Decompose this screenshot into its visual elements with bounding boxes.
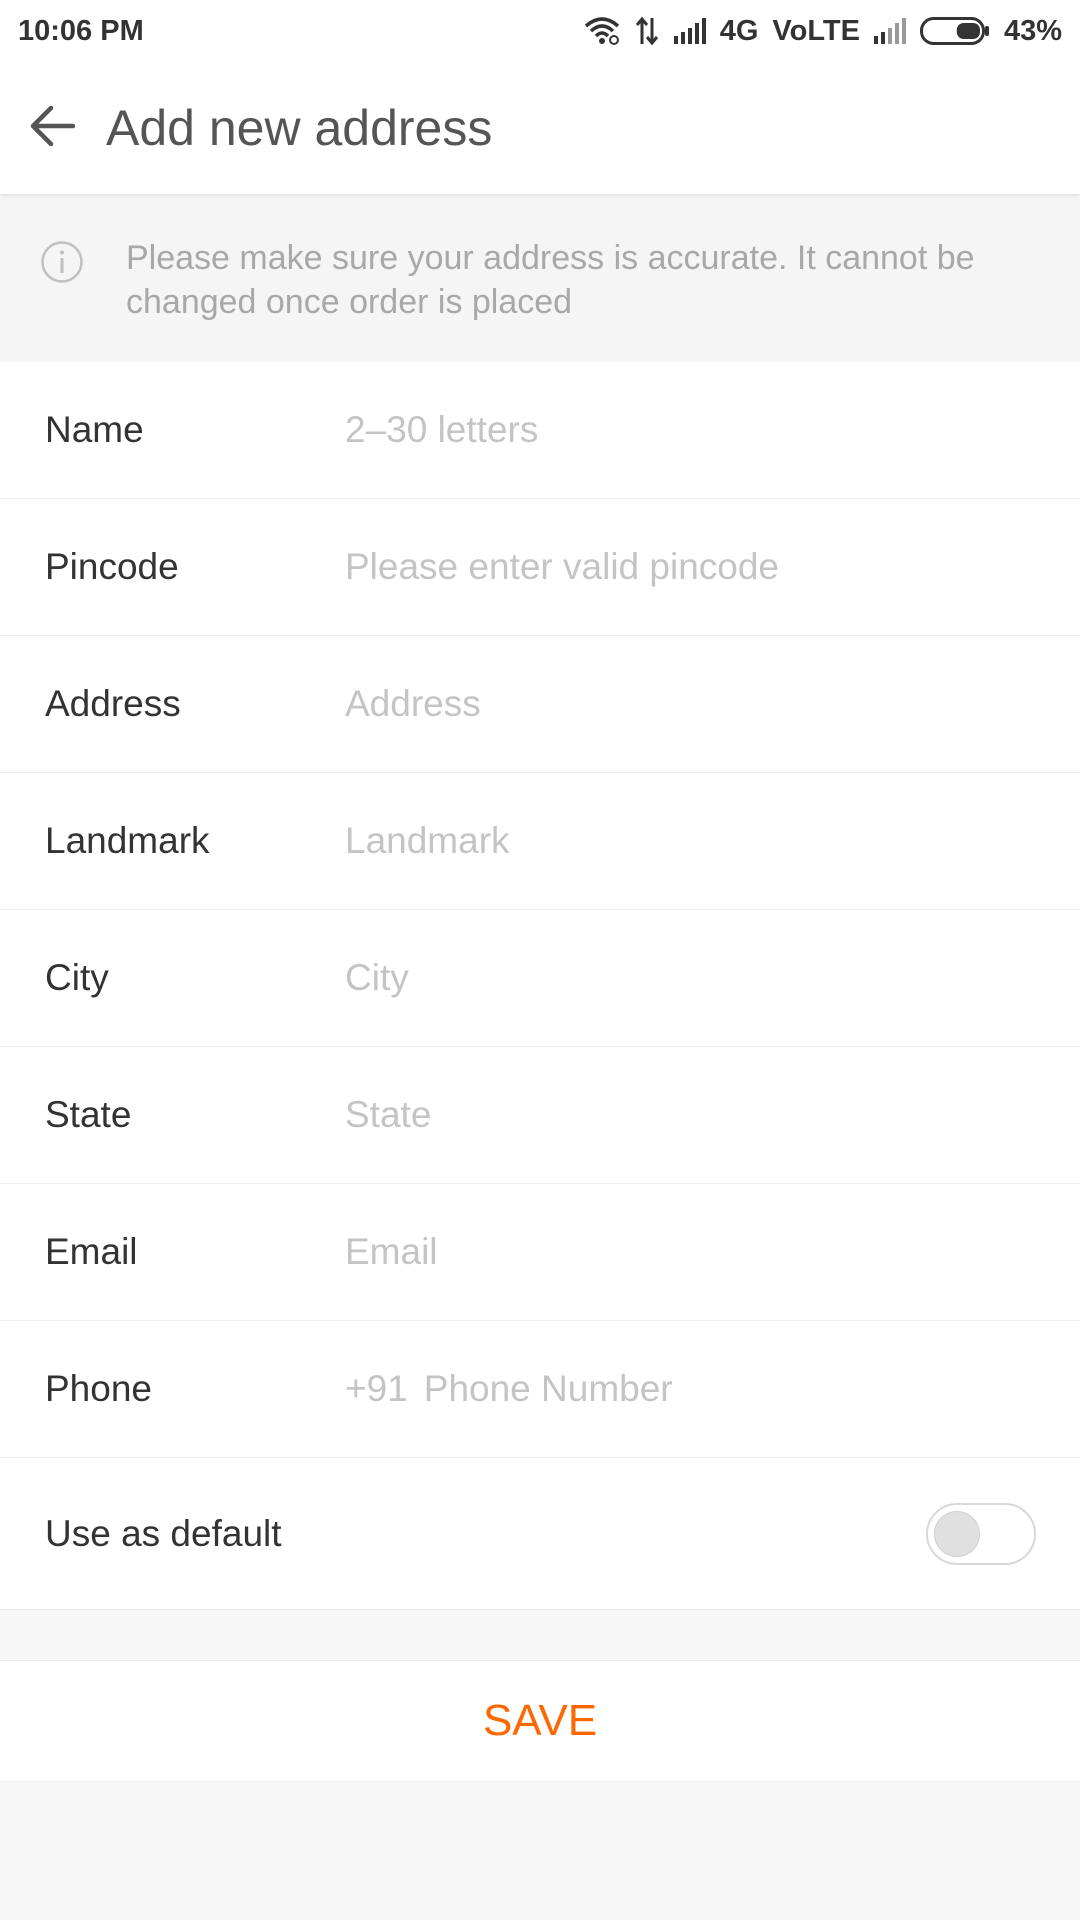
wifi-icon	[584, 16, 620, 46]
pincode-row: Pincode	[0, 499, 1080, 636]
address-notice: Please make sure your address is accurat…	[0, 194, 1080, 362]
name-row: Name	[0, 362, 1080, 499]
address-input[interactable]	[345, 674, 1080, 734]
status-bar: 10:06 PM 4G VoLTE 43%	[0, 0, 1080, 62]
save-label: SAVE	[482, 1696, 598, 1745]
status-icons: 4G VoLTE 43%	[584, 15, 1062, 48]
city-input[interactable]	[345, 948, 1080, 1008]
phone-country-code: +91	[345, 1368, 408, 1409]
city-label: City	[45, 957, 109, 998]
address-row: Address	[0, 636, 1080, 773]
city-row: City	[0, 910, 1080, 1047]
landmark-row: Landmark	[0, 773, 1080, 910]
address-form: Name Pincode Address Landmark City State…	[0, 362, 1080, 1610]
status-time: 10:06 PM	[18, 14, 144, 47]
network-type: 4G	[719, 14, 759, 47]
arrow-left-icon	[29, 105, 76, 152]
notice-text: Please make sure your address is accurat…	[126, 239, 975, 321]
app-bar: Add new address	[0, 62, 1080, 194]
address-label: Address	[45, 683, 181, 724]
pincode-input[interactable]	[345, 537, 1080, 597]
default-toggle[interactable]	[926, 1502, 1036, 1565]
phone-label: Phone	[45, 1368, 152, 1409]
name-input[interactable]	[345, 400, 1080, 460]
name-label: Name	[45, 409, 144, 450]
landmark-input[interactable]	[345, 811, 1080, 871]
signal-icon	[673, 18, 706, 44]
phone-row: Phone +91	[0, 1321, 1080, 1458]
landmark-label: Landmark	[45, 820, 210, 861]
back-button[interactable]	[28, 104, 76, 152]
info-icon	[40, 240, 84, 284]
battery-icon	[919, 17, 990, 45]
default-label: Use as default	[45, 1512, 282, 1554]
email-input[interactable]	[345, 1222, 1080, 1282]
email-label: Email	[45, 1231, 138, 1272]
save-button[interactable]: SAVE	[0, 1660, 1080, 1782]
phone-input[interactable]	[423, 1359, 1080, 1419]
default-row: Use as default	[0, 1458, 1080, 1610]
state-label: State	[45, 1094, 132, 1135]
battery-percent: 43%	[1003, 14, 1062, 47]
toggle-knob	[934, 1510, 980, 1557]
volte-label: VoLTE	[772, 14, 860, 47]
email-row: Email	[0, 1184, 1080, 1321]
pincode-label: Pincode	[45, 546, 179, 587]
state-row: State	[0, 1047, 1080, 1184]
signal-2-icon	[873, 18, 906, 44]
page-title: Add new address	[106, 100, 493, 156]
data-transfer-icon	[634, 16, 660, 46]
state-input[interactable]	[345, 1085, 1080, 1145]
